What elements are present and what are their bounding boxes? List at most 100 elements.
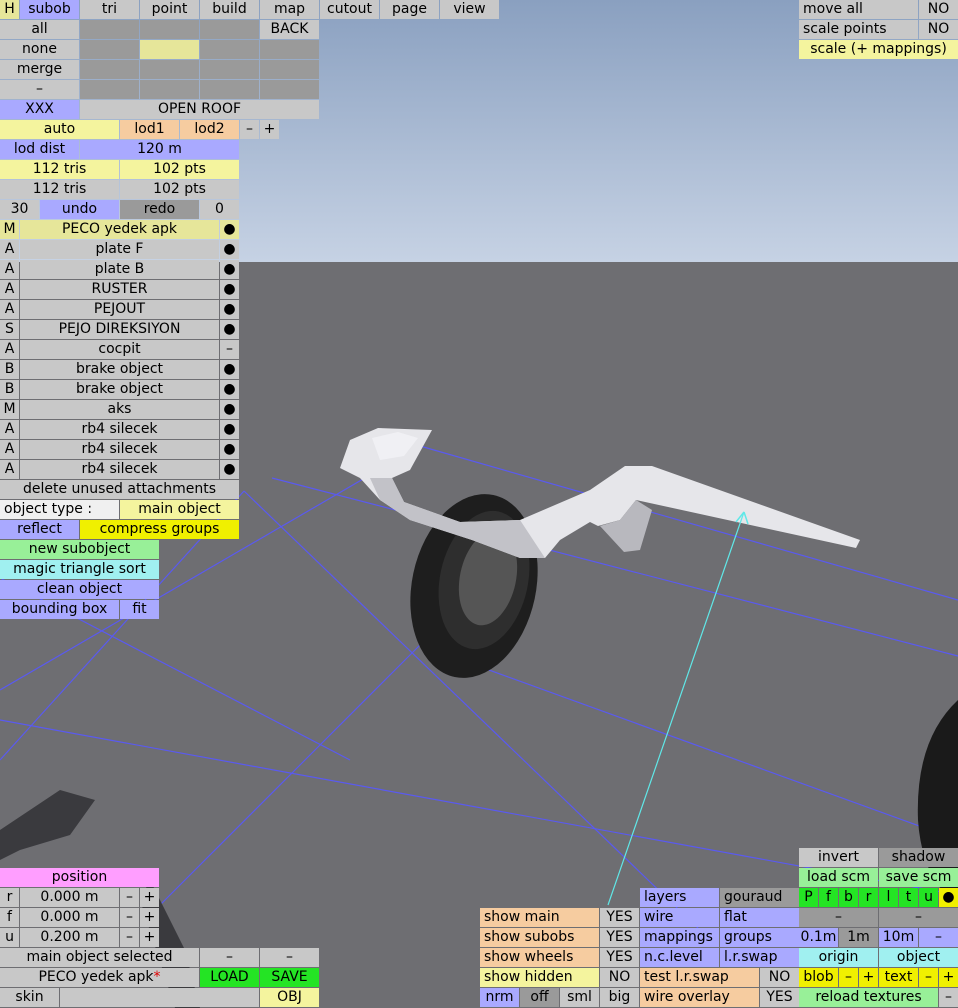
sel-dash-button[interactable]: – — [200, 948, 259, 967]
subobject-name[interactable]: rb4 silecek — [20, 440, 219, 459]
tab-view[interactable]: view — [440, 0, 499, 19]
origin-button[interactable]: origin — [799, 948, 878, 967]
subobject-flag[interactable]: M — [0, 220, 19, 239]
grid-10m-button[interactable]: 10m — [879, 928, 918, 947]
object-type-value[interactable]: main object — [120, 500, 239, 519]
view-letter-button[interactable]: l — [879, 888, 898, 907]
groups-button[interactable]: groups — [720, 928, 799, 947]
sel-slot[interactable] — [200, 20, 259, 39]
view-letter-button[interactable]: b — [839, 888, 858, 907]
subobject-flag[interactable]: S — [0, 320, 19, 339]
test-lr-swap-value[interactable]: NO — [760, 968, 799, 987]
sel-slot[interactable] — [200, 60, 259, 79]
lod-minus-button[interactable]: – — [240, 120, 259, 139]
lod1-button[interactable]: lod1 — [120, 120, 179, 139]
subobject-name[interactable]: plate B — [20, 260, 219, 279]
subobject-flag[interactable]: A — [0, 260, 19, 279]
layers-button[interactable]: layers — [640, 888, 719, 907]
show-toggle-value[interactable]: NO — [600, 968, 639, 987]
subobject-visibility-toggle[interactable]: ● — [220, 460, 239, 479]
view-letter-button[interactable]: P — [799, 888, 818, 907]
object-button[interactable]: object — [879, 948, 958, 967]
flat-button[interactable]: flat — [720, 908, 799, 927]
clean-object-button[interactable]: clean object — [0, 580, 159, 599]
tab-map[interactable]: map — [260, 0, 319, 19]
sel-slot[interactable] — [80, 60, 139, 79]
subobject-visibility-toggle[interactable]: ● — [220, 380, 239, 399]
delete-unused-button[interactable]: delete unused attachments — [0, 480, 239, 499]
wire-overlay-value[interactable]: YES — [760, 988, 799, 1007]
size-off-button[interactable]: off — [520, 988, 559, 1007]
subobject-visibility-toggle[interactable]: ● — [220, 440, 239, 459]
subobject-name[interactable]: brake object — [20, 360, 219, 379]
show-toggle-value[interactable]: YES — [600, 948, 639, 967]
reload-textures-button[interactable]: reload textures — [799, 988, 938, 1007]
compress-groups-button[interactable]: compress groups — [80, 520, 239, 539]
obj-button[interactable]: OBJ — [260, 988, 319, 1007]
scale-points-value[interactable]: NO — [919, 20, 958, 39]
subobject-name[interactable]: aks — [20, 400, 219, 419]
undo-button[interactable]: undo — [40, 200, 119, 219]
subobject-visibility-toggle[interactable]: ● — [220, 220, 239, 239]
position-title[interactable]: position — [0, 868, 159, 887]
tab-build[interactable]: build — [200, 0, 259, 19]
merge-button[interactable]: merge — [0, 60, 79, 79]
position-minus-button[interactable]: – — [120, 908, 139, 927]
subobject-visibility-toggle[interactable]: ● — [220, 280, 239, 299]
save-scm-button[interactable]: save scm — [879, 868, 958, 887]
tab-point[interactable]: point — [140, 0, 199, 19]
subobject-visibility-toggle[interactable]: ● — [220, 400, 239, 419]
size-big-button[interactable]: big — [600, 988, 639, 1007]
lod-dist-value[interactable]: 120 m — [80, 140, 239, 159]
subobject-flag[interactable]: A — [0, 240, 19, 259]
grid-minus-button[interactable]: – — [919, 928, 958, 947]
sel-slot[interactable] — [260, 60, 319, 79]
show-toggle-label[interactable]: show wheels — [480, 948, 599, 967]
br-dash-button-2[interactable]: – — [879, 908, 958, 927]
subobject-name[interactable]: rb4 silecek — [20, 420, 219, 439]
sel-slot[interactable] — [140, 60, 199, 79]
mappings-button[interactable]: mappings — [640, 928, 719, 947]
wire-overlay-button[interactable]: wire overlay — [640, 988, 759, 1007]
grid-1m-button[interactable]: 1m — [839, 928, 878, 947]
subobject-flag[interactable]: A — [0, 420, 19, 439]
subobject-flag[interactable]: A — [0, 460, 19, 479]
h-button[interactable]: H — [0, 0, 19, 19]
sel-slot[interactable] — [260, 80, 319, 99]
size-sml-button[interactable]: sml — [560, 988, 599, 1007]
wire-button[interactable]: wire — [640, 908, 719, 927]
blob-button[interactable]: blob — [799, 968, 838, 987]
show-toggle-label[interactable]: show subobs — [480, 928, 599, 947]
new-subobject-button[interactable]: new subobject — [0, 540, 159, 559]
dash-button[interactable]: – — [0, 80, 79, 99]
subobject-flag[interactable]: A — [0, 340, 19, 359]
sel-slot[interactable] — [200, 80, 259, 99]
text-plus-button[interactable]: + — [939, 968, 958, 987]
subobject-name[interactable]: rb4 silecek — [20, 460, 219, 479]
show-toggle-value[interactable]: YES — [600, 908, 639, 927]
subobject-name[interactable]: RUSTER — [20, 280, 219, 299]
sel-dash-button-2[interactable]: – — [260, 948, 319, 967]
show-toggle-value[interactable]: YES — [600, 928, 639, 947]
subobject-name[interactable]: PECO yedek apk — [20, 220, 219, 239]
open-roof-button[interactable]: OPEN ROOF — [80, 100, 319, 119]
tab-subob[interactable]: subob — [20, 0, 79, 19]
sel-slot-active[interactable] — [140, 40, 199, 59]
position-minus-button[interactable]: – — [120, 888, 139, 907]
lr-swap-button[interactable]: l.r.swap — [720, 948, 799, 967]
test-lr-swap-button[interactable]: test l.r.swap — [640, 968, 759, 987]
select-none-button[interactable]: none — [0, 40, 79, 59]
view-letter-button[interactable]: f — [819, 888, 838, 907]
sel-slot[interactable] — [200, 40, 259, 59]
position-minus-button[interactable]: – — [120, 928, 139, 947]
select-all-button[interactable]: all — [0, 20, 79, 39]
subobject-visibility-toggle[interactable]: ● — [220, 240, 239, 259]
redo-button[interactable]: redo — [120, 200, 199, 219]
view-letter-button[interactable]: u — [919, 888, 938, 907]
subobject-visibility-toggle[interactable]: ● — [220, 360, 239, 379]
show-toggle-label[interactable]: show hidden — [480, 968, 599, 987]
gouraud-button[interactable]: gouraud — [720, 888, 799, 907]
subobject-visibility-toggle[interactable]: – — [220, 340, 239, 359]
skin-button[interactable]: skin — [0, 988, 59, 1007]
xxx-button[interactable]: XXX — [0, 100, 79, 119]
